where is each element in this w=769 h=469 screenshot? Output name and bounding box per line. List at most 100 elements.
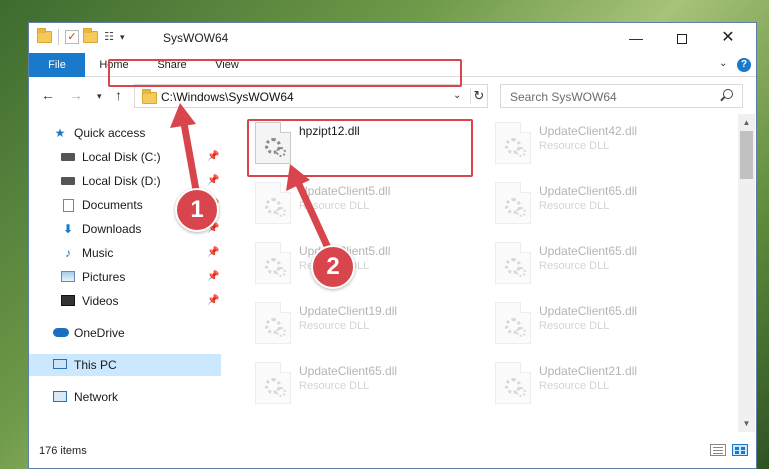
address-highlight-box [108,59,462,87]
tab-file[interactable]: File [29,53,85,77]
file-type: Resource DLL [539,140,610,152]
file-name: UpdateClient65.dll [299,364,398,378]
sidebar-item-label: Pictures [82,270,126,284]
details-view-icon[interactable] [710,444,726,456]
pin-icon[interactable]: 📌 [207,266,219,288]
file-type: Resource DLL [539,380,610,392]
list-item[interactable]: UpdateClient5.dll Resource DLL [249,176,487,226]
folder-icon [37,28,52,43]
file-name: UpdateClient21.dll [539,364,638,378]
sidebar-item-onedrive[interactable]: OneDrive [29,322,221,344]
list-item[interactable]: UpdateClient65.dll Resource DLL [489,236,727,286]
sidebar-item-network[interactable]: Network [29,386,221,408]
dll-file-icon [495,302,531,344]
sidebar-item-label: This PC [74,358,117,372]
file-name: UpdateClient42.dll [539,124,638,138]
file-name: UpdateClient65.dll [539,244,638,258]
dll-file-icon [255,242,291,284]
pin-icon[interactable]: 📌 [207,170,219,192]
sidebar-item-label: Local Disk (C:) [82,150,161,164]
sidebar-item-label: Music [82,246,114,260]
recent-locations-button[interactable]: ▾ [97,91,102,102]
videos-icon [61,295,75,307]
search-input[interactable]: Search SysWOW64 [510,90,617,104]
up-button[interactable]: ↑ [115,87,122,103]
pin-icon[interactable]: 📌 [207,290,219,312]
maximize-icon [677,34,687,45]
dll-file-icon [255,362,291,404]
dll-file-icon [495,362,531,404]
computer-icon [53,359,67,371]
scroll-down-icon[interactable]: ▼ [738,415,755,432]
properties-check-icon[interactable]: ✓ [65,30,79,44]
file-type: Resource DLL [299,380,370,392]
file-type: Resource DLL [539,260,610,272]
expand-ribbon-chevron-icon[interactable]: ⌄ [719,58,727,69]
dll-file-icon [495,122,531,164]
file-type: Resource DLL [539,200,610,212]
address-path[interactable]: C:\Windows\SysWOW64 [161,90,294,104]
search-icon[interactable] [723,89,733,99]
music-icon: ♪ [65,246,71,260]
sidebar-item-music[interactable]: ♪ Music 📌 [29,242,221,264]
customize-toolbar-chevron-icon[interactable]: ▾ [120,32,125,43]
sidebar-item-label: Documents [82,198,143,212]
network-icon [53,391,67,403]
pin-icon[interactable]: 📌 [207,242,219,264]
minimize-button[interactable]: — [613,23,659,53]
sidebar-item-videos[interactable]: Videos 📌 [29,290,221,312]
new-folder-icon[interactable] [83,28,98,43]
search-box[interactable]: Search SysWOW64 [500,84,743,108]
address-dropdown-icon[interactable]: ⌄ [453,90,461,101]
address-bar[interactable]: C:\Windows\SysWOW64 ⌄ ↻ [134,84,488,108]
quick-access-toolbar: ✓ ☷ ▾ [37,28,125,45]
step-1-badge: 1 [175,188,219,232]
list-item[interactable]: UpdateClient5.dll Resource DLL [249,236,487,286]
download-icon: ⬇ [62,222,74,236]
pin-icon[interactable]: 📌 [207,146,219,168]
sidebar-item-local-disk-c[interactable]: Local Disk (C:) 📌 [29,146,221,168]
sidebar-item-label: Quick access [74,126,146,140]
scroll-thumb[interactable] [740,131,753,179]
list-item[interactable]: UpdateClient21.dll Resource DLL [489,356,727,406]
item-count: 176 items [39,445,87,457]
step-2-badge: 2 [311,245,355,289]
dll-file-icon [255,182,291,224]
sidebar-item-quick-access[interactable]: ★ Quick access [29,122,221,144]
navigation-pane: ★ Quick access Local Disk (C:) 📌 Local D… [29,114,221,432]
drive-icon [61,175,75,187]
scroll-up-icon[interactable]: ▲ [738,114,755,131]
sidebar-item-pictures[interactable]: Pictures 📌 [29,266,221,288]
forward-button[interactable]: → [69,87,83,103]
list-item[interactable]: UpdateClient65.dll Resource DLL [249,356,487,406]
list-item[interactable]: UpdateClient65.dll Resource DLL [489,176,727,226]
list-item[interactable]: UpdateClient42.dll Resource DLL [489,116,727,166]
sidebar-item-label: Downloads [82,222,142,236]
sidebar-item-label: Network [74,390,119,404]
sidebar-item-label: Local Disk (D:) [82,174,161,188]
list-item[interactable]: UpdateClient19.dll Resource DLL [249,296,487,346]
title-bar: ✓ ☷ ▾ SysWOW64 — ✕ [29,23,756,53]
pictures-icon [61,271,75,283]
document-icon [61,199,75,212]
sidebar-item-this-pc[interactable]: This PC [29,354,221,376]
help-icon[interactable]: ? [737,58,751,72]
file-highlight-box [247,119,473,177]
vertical-scrollbar[interactable]: ▲ ▼ [738,114,755,432]
sidebar-item-label: Videos [82,294,119,308]
refresh-icon[interactable]: ↻ [470,88,487,104]
cloud-icon [53,327,69,339]
file-name: UpdateClient65.dll [539,184,638,198]
close-button[interactable]: ✕ [705,23,751,53]
back-button[interactable]: ← [41,87,55,103]
maximize-button[interactable] [659,23,705,53]
dll-file-icon [495,242,531,284]
file-type: Resource DLL [539,320,610,332]
star-icon: ★ [54,126,66,140]
file-type: Resource DLL [299,200,370,212]
properties-list-icon[interactable]: ☷ [102,30,116,44]
list-item[interactable]: UpdateClient65.dll Resource DLL [489,296,727,346]
file-name: UpdateClient5.dll [299,184,391,198]
dll-file-icon [255,302,291,344]
large-icons-view-icon[interactable] [732,444,748,456]
